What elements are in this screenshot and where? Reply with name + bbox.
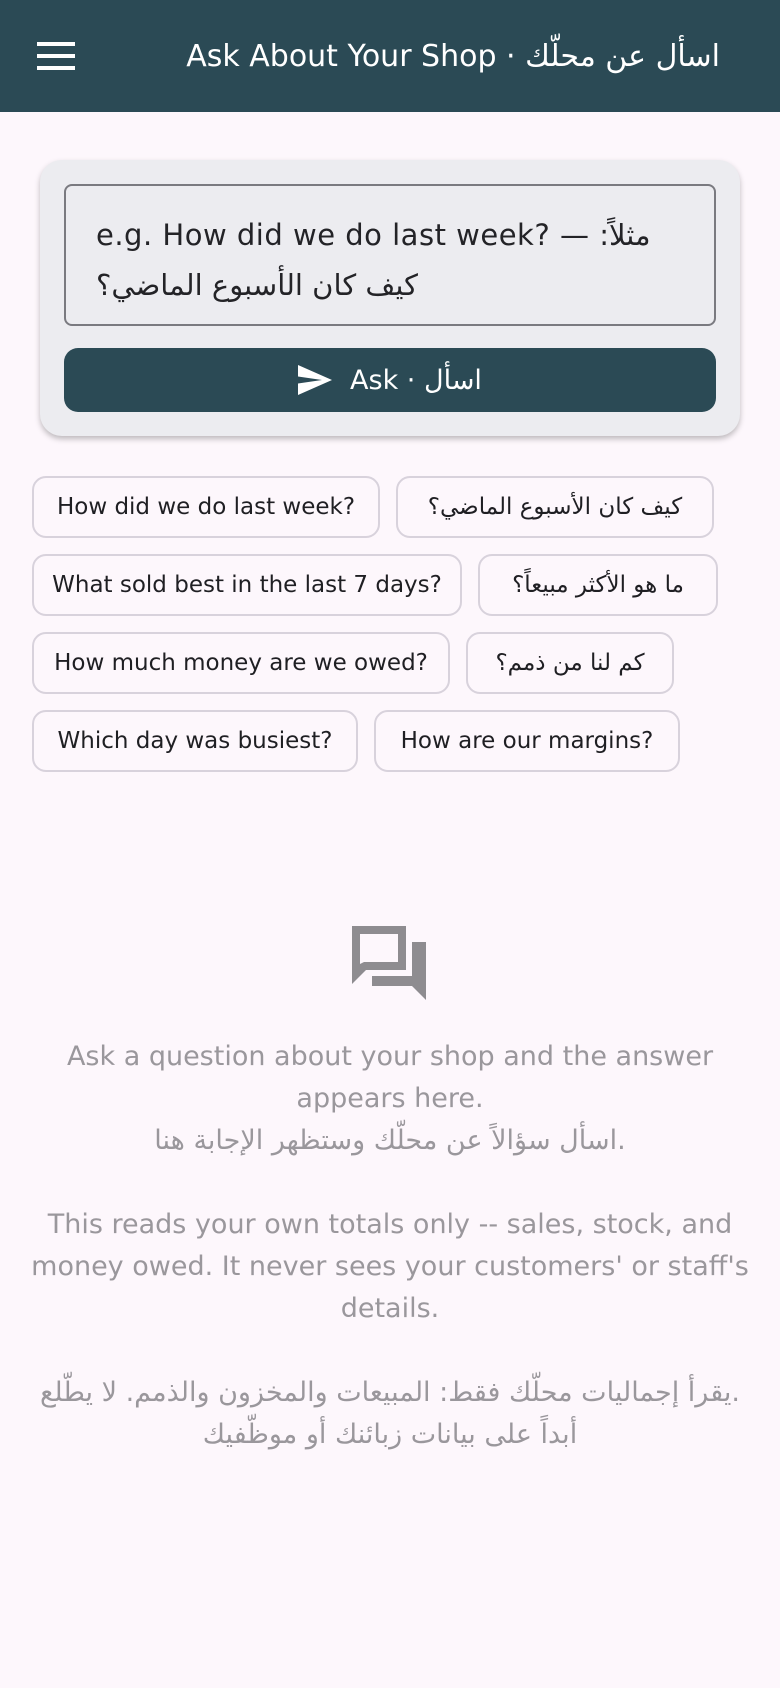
send-icon: [298, 365, 333, 395]
hamburger-menu-icon: [37, 42, 75, 70]
ask-button-label: Ask · اسأل: [350, 364, 482, 396]
suggestion-chip[interactable]: What sold best in the last 7 days?: [32, 554, 462, 616]
suggestion-chip[interactable]: Which day was busiest?: [32, 710, 358, 772]
question-answer-icon: [352, 926, 426, 1000]
empty-state-prompt-arabic: .اسأل سؤالاً عن محلّك وستظهر الإجابة هنا: [154, 1125, 626, 1156]
question-input[interactable]: e.g. How did we do last week? — مثلاً: ك…: [64, 184, 716, 326]
app-bar: Ask About Your Shop · اسأل عن محلّك: [0, 0, 780, 112]
suggestion-chip[interactable]: How did we do last week?: [32, 476, 380, 538]
ask-button[interactable]: Ask · اسأل: [64, 348, 716, 412]
empty-state-prompt: Ask a question about your shop and the a…: [66, 1041, 714, 1114]
suggestion-chip[interactable]: كيف كان الأسبوع الماضي؟: [396, 476, 714, 538]
suggestion-chip[interactable]: ما هو الأكثر مبيعاً؟: [478, 554, 718, 616]
suggestion-chip[interactable]: How are our margins?: [374, 710, 680, 772]
privacy-note: This reads your own totals only -- sales…: [31, 1209, 749, 1324]
page-title: Ask About Your Shop · اسأل عن محلّك: [186, 38, 720, 74]
suggestion-chip[interactable]: How much money are we owed?: [32, 632, 450, 694]
question-card: e.g. How did we do last week? — مثلاً: ك…: [40, 160, 740, 436]
suggestion-chip[interactable]: كم لنا من ذمم؟: [466, 632, 674, 694]
menu-button[interactable]: [20, 28, 92, 84]
privacy-note-arabic: .يقرأ إجماليات محلّك فقط: المبيعات والمخ…: [40, 1377, 740, 1450]
